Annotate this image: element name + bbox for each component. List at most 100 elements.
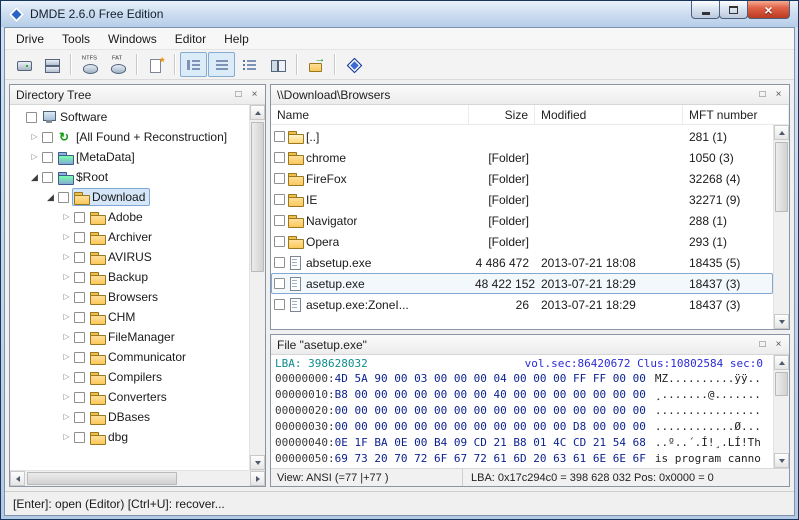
scroll-left-button[interactable] bbox=[10, 471, 25, 486]
tree-item-converters[interactable]: ▷Converters bbox=[10, 387, 249, 407]
tree-item-adobe[interactable]: ▷Adobe bbox=[10, 207, 249, 227]
checkbox[interactable] bbox=[74, 332, 85, 343]
ntfs-volume-button[interactable]: NTFS bbox=[76, 52, 103, 77]
recover-button[interactable] bbox=[302, 52, 329, 77]
checkbox[interactable] bbox=[274, 194, 285, 205]
tree-horizontal-scrollbar[interactable] bbox=[10, 470, 265, 486]
checkbox[interactable] bbox=[274, 257, 285, 268]
float-panel-button[interactable]: □ bbox=[231, 87, 246, 102]
file-row-ie[interactable]: IE[Folder]32271 (9) bbox=[271, 189, 773, 210]
file-row-chrome[interactable]: chrome[Folder]1050 (3) bbox=[271, 147, 773, 168]
file-row-asetup-exe-zonei[interactable]: asetup.exe:ZoneI...262013-07-21 18:29184… bbox=[271, 294, 773, 315]
expand-icon[interactable]: ▷ bbox=[28, 127, 41, 147]
file-row-opera[interactable]: Opera[Folder]293 (1) bbox=[271, 231, 773, 252]
checkbox[interactable] bbox=[74, 232, 85, 243]
expand-icon[interactable]: ▷ bbox=[60, 247, 73, 267]
checkbox[interactable] bbox=[58, 192, 69, 203]
tree-item-backup[interactable]: ▷Backup bbox=[10, 267, 249, 287]
checkbox[interactable] bbox=[42, 132, 53, 143]
tree-item-software[interactable]: Software bbox=[10, 107, 249, 127]
checkbox[interactable] bbox=[42, 152, 53, 163]
checkbox[interactable] bbox=[74, 272, 85, 283]
close-button[interactable]: × bbox=[747, 1, 790, 19]
tree-item-compilers[interactable]: ▷Compilers bbox=[10, 367, 249, 387]
tree-item-chm[interactable]: ▷CHM bbox=[10, 307, 249, 327]
hex-view[interactable]: LBA: 398628032 vol.sec:86420672 Clus:108… bbox=[271, 355, 773, 468]
scroll-thumb[interactable] bbox=[251, 122, 264, 272]
tree-item-communicator[interactable]: ▷Communicator bbox=[10, 347, 249, 367]
scroll-thumb[interactable] bbox=[775, 372, 788, 396]
scroll-track[interactable] bbox=[774, 370, 789, 453]
scroll-thumb[interactable] bbox=[775, 142, 788, 212]
editor-button[interactable] bbox=[340, 52, 367, 77]
expand-icon[interactable]: ▷ bbox=[60, 367, 73, 387]
expand-icon[interactable]: ▷ bbox=[60, 207, 73, 227]
float-panel-button[interactable]: □ bbox=[755, 337, 770, 352]
expand-icon[interactable]: ▷ bbox=[60, 287, 73, 307]
scroll-up-button[interactable] bbox=[774, 125, 789, 140]
maximize-button[interactable] bbox=[719, 1, 748, 19]
menu-item-help[interactable]: Help bbox=[215, 28, 258, 49]
checkbox[interactable] bbox=[74, 412, 85, 423]
collapse-icon[interactable]: ◢ bbox=[28, 167, 41, 187]
hex-vertical-scrollbar[interactable] bbox=[773, 355, 789, 468]
checkbox[interactable] bbox=[74, 352, 85, 363]
checkbox[interactable] bbox=[274, 299, 285, 310]
checkbox[interactable] bbox=[274, 152, 285, 163]
close-panel-button[interactable]: × bbox=[771, 337, 786, 352]
fat-volume-button[interactable]: FAT bbox=[104, 52, 131, 77]
file-row-navigator[interactable]: Navigator[Folder]288 (1) bbox=[271, 210, 773, 231]
expand-icon[interactable]: ▷ bbox=[60, 227, 73, 247]
checkbox[interactable] bbox=[26, 112, 37, 123]
expand-icon[interactable]: ▷ bbox=[60, 267, 73, 287]
device-list-button[interactable] bbox=[38, 52, 65, 77]
checkbox[interactable] bbox=[74, 392, 85, 403]
expand-icon[interactable]: ▷ bbox=[60, 307, 73, 327]
tree-item-root[interactable]: ◢$Root bbox=[10, 167, 249, 187]
column-name[interactable]: Name bbox=[271, 105, 469, 124]
tree-item-archiver[interactable]: ▷Archiver bbox=[10, 227, 249, 247]
column-mft-number[interactable]: MFT number bbox=[683, 105, 789, 124]
scroll-down-button[interactable] bbox=[774, 453, 789, 468]
checkbox[interactable] bbox=[42, 172, 53, 183]
menu-item-drive[interactable]: Drive bbox=[7, 28, 53, 49]
column-modified[interactable]: Modified bbox=[535, 105, 683, 124]
checkbox[interactable] bbox=[274, 131, 285, 142]
checkbox[interactable] bbox=[74, 432, 85, 443]
hex-row[interactable]: 00000050:69 73 20 70 72 6F 67 72 61 6D 2… bbox=[271, 451, 773, 467]
tree-item-download[interactable]: ◢Download bbox=[10, 187, 249, 207]
hex-row[interactable]: 00000040:0E 1F BA 0E 00 B4 09 CD 21 B8 0… bbox=[271, 435, 773, 451]
scroll-down-button[interactable] bbox=[250, 455, 265, 470]
hex-row[interactable]: 00000010:B8 00 00 00 00 00 00 00 40 00 0… bbox=[271, 387, 773, 403]
expand-icon[interactable]: ▷ bbox=[60, 407, 73, 427]
scroll-up-button[interactable] bbox=[250, 105, 265, 120]
close-panel-button[interactable]: × bbox=[247, 87, 262, 102]
checkbox[interactable] bbox=[74, 212, 85, 223]
new-scan-button[interactable] bbox=[142, 52, 169, 77]
expand-icon[interactable]: ▷ bbox=[60, 427, 73, 447]
close-panel-button[interactable]: × bbox=[771, 87, 786, 102]
tree-item-filemanager[interactable]: ▷FileManager bbox=[10, 327, 249, 347]
checkbox[interactable] bbox=[274, 215, 285, 226]
expand-icon[interactable]: ▷ bbox=[28, 147, 41, 167]
tree-item-browsers[interactable]: ▷Browsers bbox=[10, 287, 249, 307]
scroll-down-button[interactable] bbox=[774, 314, 789, 329]
tree-item-avirus[interactable]: ▷AVIRUS bbox=[10, 247, 249, 267]
files-vertical-scrollbar[interactable] bbox=[773, 125, 789, 329]
checkbox[interactable] bbox=[74, 372, 85, 383]
checkbox[interactable] bbox=[274, 236, 285, 247]
expand-icon[interactable]: ▷ bbox=[60, 387, 73, 407]
scroll-right-button[interactable] bbox=[250, 471, 265, 486]
tree-item-dbg[interactable]: ▷dbg bbox=[10, 427, 249, 447]
scroll-track[interactable] bbox=[25, 471, 250, 486]
menu-item-editor[interactable]: Editor bbox=[166, 28, 215, 49]
expand-icon[interactable]: ▷ bbox=[60, 327, 73, 347]
hex-row[interactable]: 00000020:00 00 00 00 00 00 00 00 00 00 0… bbox=[271, 403, 773, 419]
tree-item-all-found-reconstruction[interactable]: ▷[All Found + Reconstruction] bbox=[10, 127, 249, 147]
checkbox[interactable] bbox=[74, 252, 85, 263]
checkbox[interactable] bbox=[74, 292, 85, 303]
scroll-track[interactable] bbox=[774, 140, 789, 314]
hex-row[interactable]: 00000030:00 00 00 00 00 00 00 00 00 00 0… bbox=[271, 419, 773, 435]
preview-pane-button[interactable] bbox=[264, 52, 291, 77]
tree-item-dbases[interactable]: ▷DBases bbox=[10, 407, 249, 427]
